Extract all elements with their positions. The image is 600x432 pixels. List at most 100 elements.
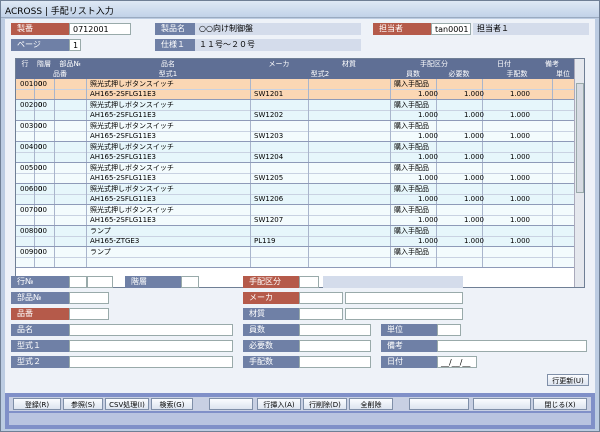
cell-tehaisu[interactable]: 1.000 [488, 215, 530, 225]
cell-tehaisu[interactable]: 1.000 [488, 152, 530, 162]
cell-tehaisu[interactable]: 1.000 [488, 110, 530, 120]
cell-katashiki1[interactable] [88, 257, 90, 267]
cell-hinmei[interactable]: 照光式押しボタンスイッチ [88, 79, 174, 89]
row-delete-button[interactable]: 行削除(D) [303, 398, 347, 410]
cell-kosu[interactable]: 1.000 [396, 89, 438, 99]
cell-tehaisu[interactable]: 1.000 [488, 173, 530, 183]
cell-tehai[interactable]: 購入手配品 [392, 184, 429, 194]
cell-tehai[interactable]: 購入手配品 [392, 226, 429, 236]
blank-button-5[interactable] [209, 398, 253, 410]
cell-kosu[interactable]: 1.000 [396, 110, 438, 120]
buhin-input[interactable] [69, 292, 109, 304]
cell-kaiso[interactable]: 00 [36, 121, 47, 131]
cell-hitsuyo[interactable] [442, 257, 484, 267]
cell-kosu[interactable]: 1.000 [396, 194, 438, 204]
cell-kaiso[interactable]: 00 [36, 142, 47, 152]
close-button[interactable]: 閉じる(X) [533, 398, 587, 410]
cell-kaiso[interactable]: 00 [36, 247, 47, 257]
cell-kaiso[interactable]: 00 [36, 226, 47, 236]
cell-hitsuyo[interactable]: 1.000 [442, 236, 484, 246]
blank-button-9[interactable] [409, 398, 469, 410]
cell-katashiki1[interactable]: AH165-2SFLG11E3 [88, 131, 156, 141]
maker-input[interactable] [299, 292, 343, 304]
kosu-input[interactable] [299, 324, 371, 336]
cell-kosu[interactable]: 1.000 [396, 236, 438, 246]
cell-hitsuyo[interactable]: 1.000 [442, 215, 484, 225]
row-insert-button[interactable]: 行挿入(A) [257, 398, 301, 410]
zaishitsu-input[interactable] [299, 308, 343, 320]
cell-hinmei[interactable]: 照光式押しボタンスイッチ [88, 100, 174, 110]
cell-maker[interactable]: SW1205 [252, 173, 283, 183]
cell-kosu[interactable]: 1.000 [396, 152, 438, 162]
blank-button-10[interactable] [473, 398, 531, 410]
cell-katashiki1[interactable]: AH165-2SFLG11E3 [88, 215, 156, 225]
search-button[interactable]: 検索(G) [151, 398, 193, 410]
delete-all-button[interactable]: 全削除 [349, 398, 393, 410]
cell-katashiki1[interactable]: AH165-ZTGE3 [88, 236, 139, 246]
cell-hinmei[interactable]: 照光式押しボタンスイッチ [88, 142, 174, 152]
cell-tehai[interactable]: 購入手配品 [392, 100, 429, 110]
vertical-scrollbar[interactable] [574, 59, 584, 287]
gyo-input-2[interactable] [87, 276, 113, 288]
seiban-input[interactable]: 0712001 [69, 23, 131, 35]
cell-hitsuyo[interactable]: 1.000 [442, 131, 484, 141]
cell-hinmei[interactable]: ランプ [88, 247, 111, 257]
kaiso-input[interactable] [181, 276, 199, 288]
cell-kosu[interactable]: 1.000 [396, 173, 438, 183]
cell-hinmei[interactable]: 照光式押しボタンスイッチ [88, 121, 174, 131]
table-row[interactable]: 00600 00 照光式押しボタンスイッチ 購入手配品 AH165-2SFLG11E3 S… [16, 184, 574, 205]
cell-hitsuyo[interactable]: 1.000 [442, 194, 484, 204]
hinmei-input[interactable] [69, 324, 233, 336]
table-row[interactable]: 00500 00 照光式押しボタンスイッチ 購入手配品 AH165-2SFLG11E3 S… [16, 163, 574, 184]
cell-tehai[interactable]: 購入手配品 [392, 247, 429, 257]
cell-tehaisu[interactable]: 1.000 [488, 131, 530, 141]
table-row[interactable]: 00200 00 照光式押しボタンスイッチ 購入手配品 AH165-2SFLG11E3 S… [16, 100, 574, 121]
cell-kosu[interactable] [396, 257, 438, 267]
cell-tehai[interactable]: 購入手配品 [392, 163, 429, 173]
cell-katashiki1[interactable]: AH165-2SFLG11E3 [88, 173, 156, 183]
cell-tehai[interactable]: 購入手配品 [392, 121, 429, 131]
cell-hitsuyo[interactable]: 1.000 [442, 110, 484, 120]
cell-maker[interactable]: SW1207 [252, 215, 283, 225]
cell-tehaisu[interactable]: 1.000 [488, 89, 530, 99]
cell-maker[interactable]: SW1206 [252, 194, 283, 204]
cell-kaiso[interactable]: 00 [36, 79, 47, 89]
cell-kosu[interactable]: 1.000 [396, 215, 438, 225]
cell-tehai[interactable]: 購入手配品 [392, 142, 429, 152]
page-input[interactable]: 1 [69, 39, 81, 51]
cell-katashiki1[interactable]: AH165-2SFLG11E3 [88, 110, 156, 120]
gyo-input[interactable] [69, 276, 87, 288]
row-update-button[interactable]: 行更新(U) [547, 374, 589, 386]
cell-tehai[interactable]: 購入手配品 [392, 205, 429, 215]
biko-input[interactable] [437, 340, 587, 352]
cell-hitsuyo[interactable]: 1.000 [442, 173, 484, 183]
table-row[interactable]: 00700 00 照光式押しボタンスイッチ 購入手配品 AH165-2SFLG11E3 S… [16, 205, 574, 226]
kata1-input[interactable] [69, 340, 233, 352]
cell-hitsuyo[interactable]: 1.000 [442, 89, 484, 99]
cell-maker[interactable]: SW1202 [252, 110, 283, 120]
cell-hinmei[interactable]: 照光式押しボタンスイッチ [88, 184, 174, 194]
cell-kaiso[interactable]: 00 [36, 100, 47, 110]
cell-katashiki1[interactable]: AH165-2SFLG11E3 [88, 152, 156, 162]
cell-tehaisu[interactable]: 1.000 [488, 194, 530, 204]
cell-maker[interactable]: SW1201 [252, 89, 283, 99]
date-input[interactable]: __/__/__ [437, 356, 477, 368]
tehaisu-input[interactable] [299, 356, 371, 368]
cell-katashiki1[interactable]: AH165-2SFLG11E3 [88, 89, 156, 99]
cell-tehai[interactable]: 購入手配品 [392, 79, 429, 89]
kata2-input[interactable] [69, 356, 233, 368]
cell-tehaisu[interactable]: 1.000 [488, 236, 530, 246]
table-row[interactable]: 00800 00 ランプ 購入手配品 AH165-ZTGE3 PL119 1.000 1.00… [16, 226, 574, 247]
cell-tehaisu[interactable] [488, 257, 530, 267]
tantou-code-input[interactable]: tan0001 [431, 23, 471, 35]
table-row[interactable]: 00100 00 照光式押しボタンスイッチ 購入手配品 AH165-2SFLG11E3 S… [16, 79, 574, 100]
zaishitsu-name-input[interactable] [345, 308, 463, 320]
cell-katashiki1[interactable]: AH165-2SFLG11E3 [88, 194, 156, 204]
cell-hinmei[interactable]: ランプ [88, 226, 111, 236]
tani-input[interactable] [437, 324, 461, 336]
table-row[interactable]: 00300 00 照光式押しボタンスイッチ 購入手配品 AH165-2SFLG11E3 S… [16, 121, 574, 142]
cell-maker[interactable] [252, 257, 254, 267]
table-row[interactable]: 00900 00 ランプ 購入手配品 [16, 247, 574, 268]
cell-hinmei[interactable]: 照光式押しボタンスイッチ [88, 163, 174, 173]
cell-kaiso[interactable]: 00 [36, 184, 47, 194]
